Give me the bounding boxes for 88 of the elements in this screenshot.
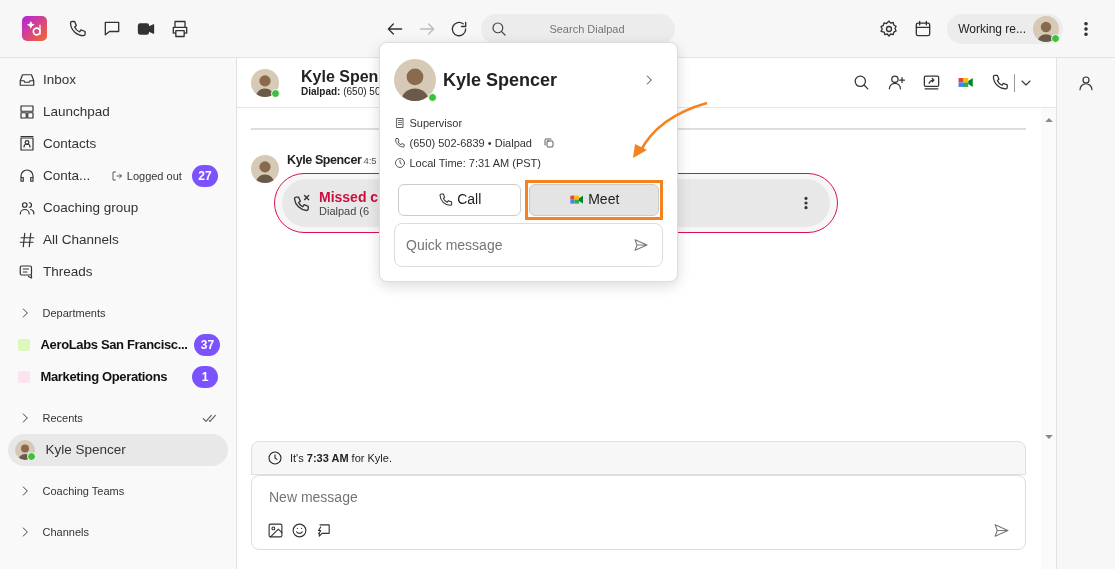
nav-item[interactable]: Inbox [8, 64, 228, 96]
copy-icon[interactable] [542, 137, 555, 150]
contact-name: Kyle Spen [301, 67, 380, 86]
phone-icon[interactable] [68, 18, 88, 39]
screen-share-icon[interactable] [922, 73, 941, 92]
nav-item[interactable]: Conta... Logged out 27 [8, 160, 228, 192]
section-title: Recents [42, 410, 83, 426]
status-label: Working re... [958, 20, 1026, 38]
scrollbar[interactable] [1041, 108, 1056, 569]
emoji-icon[interactable] [291, 522, 308, 539]
headset-icon [18, 167, 36, 185]
role-text: Supervisor [409, 116, 463, 131]
contact-card-icon [18, 135, 36, 153]
channel-label: Kyle Spencer [45, 440, 126, 459]
send-icon[interactable] [993, 522, 1010, 539]
person-icon[interactable] [1077, 74, 1095, 92]
notice-text: It's 7:33 AM for Kyle. [290, 450, 392, 466]
message-time: 4:5 [363, 154, 377, 168]
phone-icon [437, 191, 454, 208]
nav-label: All Channels [43, 230, 119, 249]
search-icon [490, 19, 508, 38]
contact-avatar [394, 59, 436, 101]
app-logo[interactable] [22, 16, 47, 41]
send-icon[interactable] [633, 237, 649, 253]
local-time-text: Local Time: 7:31 AM (PST) [409, 156, 541, 171]
section-header[interactable]: Departments [8, 297, 228, 329]
section-title: Departments [42, 305, 106, 321]
nav-item[interactable]: All Channels [8, 224, 228, 256]
channel-item[interactable]: AeroLabs San Francisc... 37 [8, 329, 228, 361]
shortcut-icon[interactable] [315, 522, 332, 539]
contact-avatar [251, 68, 279, 97]
nav-label: Launchpad [43, 102, 110, 121]
count-badge: 1 [192, 366, 218, 388]
layout-icon [18, 103, 36, 121]
nav-item[interactable]: Contacts [8, 128, 228, 160]
section-header[interactable]: Channels [8, 516, 228, 548]
search-field[interactable]: Search Dialpad [481, 13, 675, 44]
message-input[interactable]: New message [267, 486, 1010, 509]
channel-item[interactable]: Kyle Spencer [8, 434, 228, 466]
count-badge: 27 [192, 165, 218, 187]
logout-icon [111, 170, 124, 182]
phone-text: (650) 502-6839 • Dialpad [409, 136, 532, 151]
missed-call-icon [292, 193, 312, 214]
print-icon[interactable] [170, 18, 190, 39]
sender-avatar [251, 154, 279, 183]
video-call-icon[interactable] [957, 75, 975, 90]
hash-icon [18, 231, 36, 249]
call-detail: Dialpad (6 [319, 204, 371, 217]
people-icon [18, 199, 36, 217]
nav-label: Inbox [43, 70, 77, 89]
search-icon[interactable] [852, 73, 871, 92]
channel-label: Marketing Operations [40, 368, 168, 387]
call-title: Missed c [319, 189, 379, 205]
nav-item[interactable]: Coaching group [8, 192, 228, 224]
section-header[interactable]: Coaching Teams [8, 475, 228, 507]
nav-label: Conta... [43, 166, 91, 185]
section-header[interactable]: Recents [8, 402, 228, 434]
section-title: Channels [42, 524, 89, 540]
scroll-up-arrow-icon[interactable] [1043, 115, 1054, 125]
call-button[interactable]: Call [398, 183, 521, 216]
inbox-icon [18, 71, 36, 89]
building-icon [394, 117, 406, 130]
user-avatar [1033, 15, 1059, 42]
contact-avatar [15, 440, 35, 460]
clock-icon [394, 157, 406, 170]
nav-item[interactable]: Launchpad [8, 96, 228, 128]
settings-icon[interactable] [879, 18, 900, 39]
image-icon[interactable] [267, 522, 284, 539]
phone-icon [394, 137, 406, 150]
phone-icon[interactable] [991, 73, 1010, 92]
sender-name: Kyle Spencer [287, 152, 362, 169]
nav-label: Threads [43, 262, 93, 281]
message-field[interactable]: New message [251, 475, 1026, 550]
nav-label: Coaching group [43, 198, 139, 217]
channel-label: AeroLabs San Francisc... [40, 336, 188, 355]
scroll-down-arrow-icon[interactable] [1043, 432, 1054, 442]
channel-item[interactable]: Marketing Operations 1 [8, 361, 228, 393]
clock-icon [267, 450, 283, 466]
section-title: Coaching Teams [42, 483, 125, 499]
quick-message-field[interactable]: Quick message [394, 223, 663, 267]
add-person-icon[interactable] [887, 73, 906, 92]
meet-button[interactable]: Meet [529, 183, 659, 216]
popover-name: Kyle Spencer [443, 68, 558, 92]
nav-item[interactable]: Threads [8, 256, 228, 288]
nav-label: Contacts [43, 134, 97, 153]
status-text: Logged out [126, 168, 182, 184]
count-badge: 37 [194, 334, 221, 356]
status-pill[interactable]: Working re... [947, 13, 1063, 44]
